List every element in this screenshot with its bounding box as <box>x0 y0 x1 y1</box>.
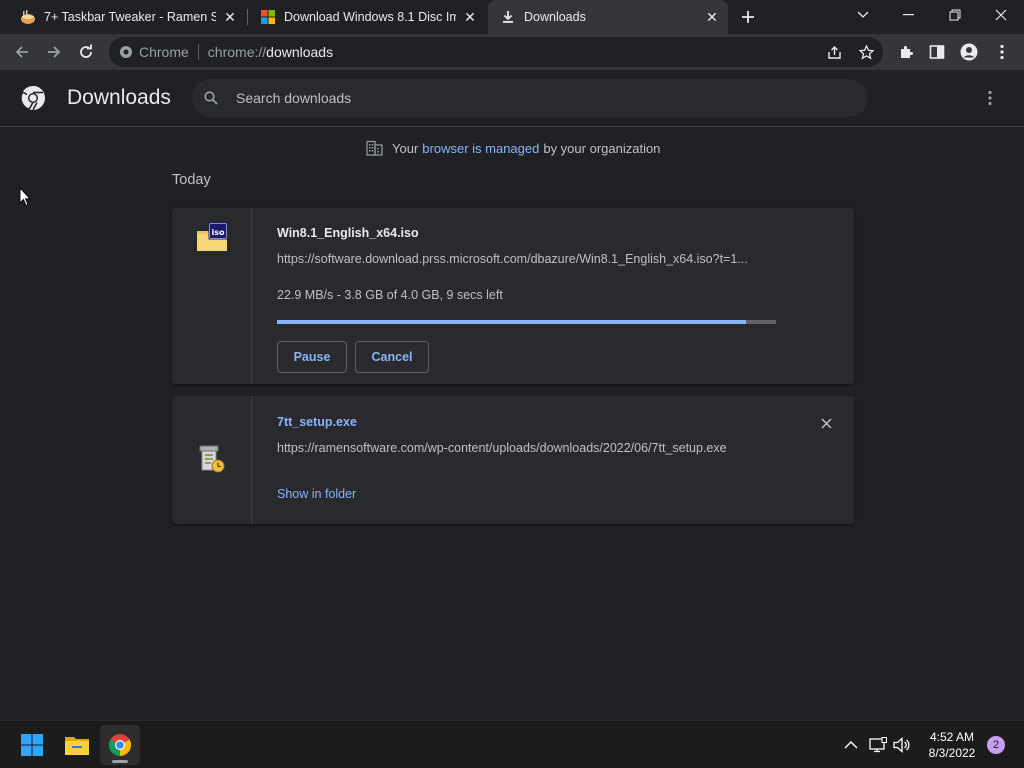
minimize-icon <box>903 14 914 16</box>
browser-toolbar: Chrome chrome://downloads <box>0 34 1024 70</box>
chrome-site-icon <box>120 46 132 58</box>
ramen-icon <box>20 9 36 25</box>
site-label: Chrome <box>139 44 189 60</box>
pause-button[interactable]: Pause <box>277 341 347 373</box>
show-in-folder-link[interactable]: Show in folder <box>277 487 356 501</box>
tab-title: 7+ Taskbar Tweaker - Ramen Software <box>44 10 216 24</box>
kebab-menu-icon <box>1000 44 1004 60</box>
search-icon <box>204 91 218 105</box>
chrome-logo-icon <box>20 86 45 111</box>
section-label-today: Today <box>172 172 211 188</box>
chevron-up-icon <box>844 741 858 749</box>
arrow-right-icon <box>48 46 61 58</box>
chevron-down-icon <box>857 11 869 18</box>
active-app-indicator <box>112 760 128 763</box>
download-item-exe: 7tt_setup.exe https://ramensoftware.com/… <box>172 396 854 524</box>
url-scheme: chrome:// <box>207 44 267 60</box>
bookmark-star-icon[interactable] <box>858 44 874 60</box>
chrome-taskbar-button[interactable] <box>100 725 140 765</box>
file-url[interactable]: https://software.download.prss.microsoft… <box>277 252 777 266</box>
download-icon <box>500 9 516 25</box>
managed-notice: Your browser is managed by your organiza… <box>366 140 660 156</box>
svg-text:iso: iso <box>212 228 226 237</box>
back-button[interactable] <box>8 38 36 66</box>
chrome-logo-icon <box>109 734 131 756</box>
monitor-network-icon <box>869 737 887 753</box>
building-icon <box>366 140 383 156</box>
plus-icon <box>742 11 754 23</box>
download-status: 22.9 MB/s - 3.8 GB of 4.0 GB, 9 secs lef… <box>277 288 503 302</box>
chrome-menu-button[interactable] <box>988 38 1016 66</box>
managed-suffix: by your organization <box>543 140 661 156</box>
url-host: downloads <box>266 44 334 60</box>
file-name-link[interactable]: 7tt_setup.exe <box>277 415 357 429</box>
omnibox-divider <box>197 44 199 60</box>
volume-icon[interactable] <box>892 735 912 755</box>
clock-time: 4:52 AM <box>929 730 975 744</box>
close-icon <box>995 9 1007 21</box>
mouse-cursor-icon <box>19 187 31 207</box>
minimize-button[interactable] <box>886 0 932 30</box>
tab-taskbar-tweaker[interactable]: 7+ Taskbar Tweaker - Ramen Software ✕ <box>8 0 246 34</box>
search-bar[interactable] <box>192 79 868 117</box>
clock-date: 8/3/2022 <box>928 746 976 760</box>
file-url[interactable]: https://ramensoftware.com/wp-content/upl… <box>277 441 777 455</box>
installer-icon <box>199 445 225 473</box>
file-name: Win8.1_English_x64.iso <box>277 226 419 240</box>
forward-button[interactable] <box>40 38 68 66</box>
kebab-menu-icon <box>988 90 992 106</box>
reload-icon <box>80 44 92 58</box>
extensions-button[interactable] <box>892 38 920 66</box>
progress-bar-fill <box>277 320 747 324</box>
file-explorer-button[interactable] <box>57 725 97 765</box>
side-panel-button[interactable] <box>923 38 951 66</box>
managed-prefix: Your <box>392 140 419 156</box>
address-bar[interactable]: Chrome chrome://downloads <box>109 37 883 67</box>
start-button[interactable] <box>12 725 52 765</box>
speaker-icon <box>893 737 910 753</box>
reload-button[interactable] <box>72 38 100 66</box>
tab-strip: 7+ Taskbar Tweaker - Ramen Software ✕ Do… <box>0 0 1024 34</box>
tab-search-button[interactable] <box>840 0 886 30</box>
managed-link[interactable]: browser is managed <box>422 141 539 156</box>
restore-icon <box>949 9 961 21</box>
close-icon <box>820 417 832 429</box>
side-panel-icon <box>929 45 945 59</box>
close-window-button[interactable] <box>978 0 1024 30</box>
show-hidden-icons-button[interactable] <box>841 735 861 755</box>
system-clock[interactable]: 4:52 AM 8/3/2022 <box>920 729 984 761</box>
windows-logo-icon <box>21 734 43 756</box>
arrow-left-icon <box>15 46 28 58</box>
tab-title: Download Windows 8.1 Disc Image <box>284 10 456 24</box>
notification-badge[interactable]: 2 <box>987 736 1005 754</box>
tab-title: Downloads <box>524 10 586 24</box>
share-icon[interactable] <box>826 44 842 60</box>
downloads-header: Downloads <box>0 70 1024 127</box>
windows-logo-icon <box>260 9 276 25</box>
file-icon-column: iso <box>172 208 252 384</box>
avatar-icon <box>960 43 978 61</box>
page-title: Downloads <box>67 86 171 109</box>
file-icon-column <box>172 396 252 524</box>
remove-download-button[interactable] <box>818 415 834 431</box>
profile-button[interactable] <box>955 38 983 66</box>
network-icon[interactable] <box>868 735 888 755</box>
tab-downloads[interactable]: Downloads ✕ <box>488 0 728 34</box>
tab-windows-download[interactable]: Download Windows 8.1 Disc Image ✕ <box>248 0 486 34</box>
more-actions-button[interactable] <box>978 86 1002 110</box>
new-tab-button[interactable] <box>736 5 760 29</box>
cancel-button[interactable]: Cancel <box>355 341 429 373</box>
close-icon[interactable]: ✕ <box>222 9 238 25</box>
close-icon[interactable]: ✕ <box>462 9 478 25</box>
download-item-iso: iso Win8.1_English_x64.iso https://softw… <box>172 208 854 384</box>
puzzle-icon <box>901 46 913 58</box>
restore-button[interactable] <box>932 0 978 30</box>
close-icon[interactable]: ✕ <box>704 9 720 25</box>
windows-taskbar: 4:52 AM 8/3/2022 2 <box>0 720 1024 768</box>
search-input[interactable] <box>236 90 836 106</box>
progress-bar <box>277 320 776 324</box>
folder-icon <box>65 737 89 755</box>
iso-file-icon: iso <box>197 222 228 251</box>
